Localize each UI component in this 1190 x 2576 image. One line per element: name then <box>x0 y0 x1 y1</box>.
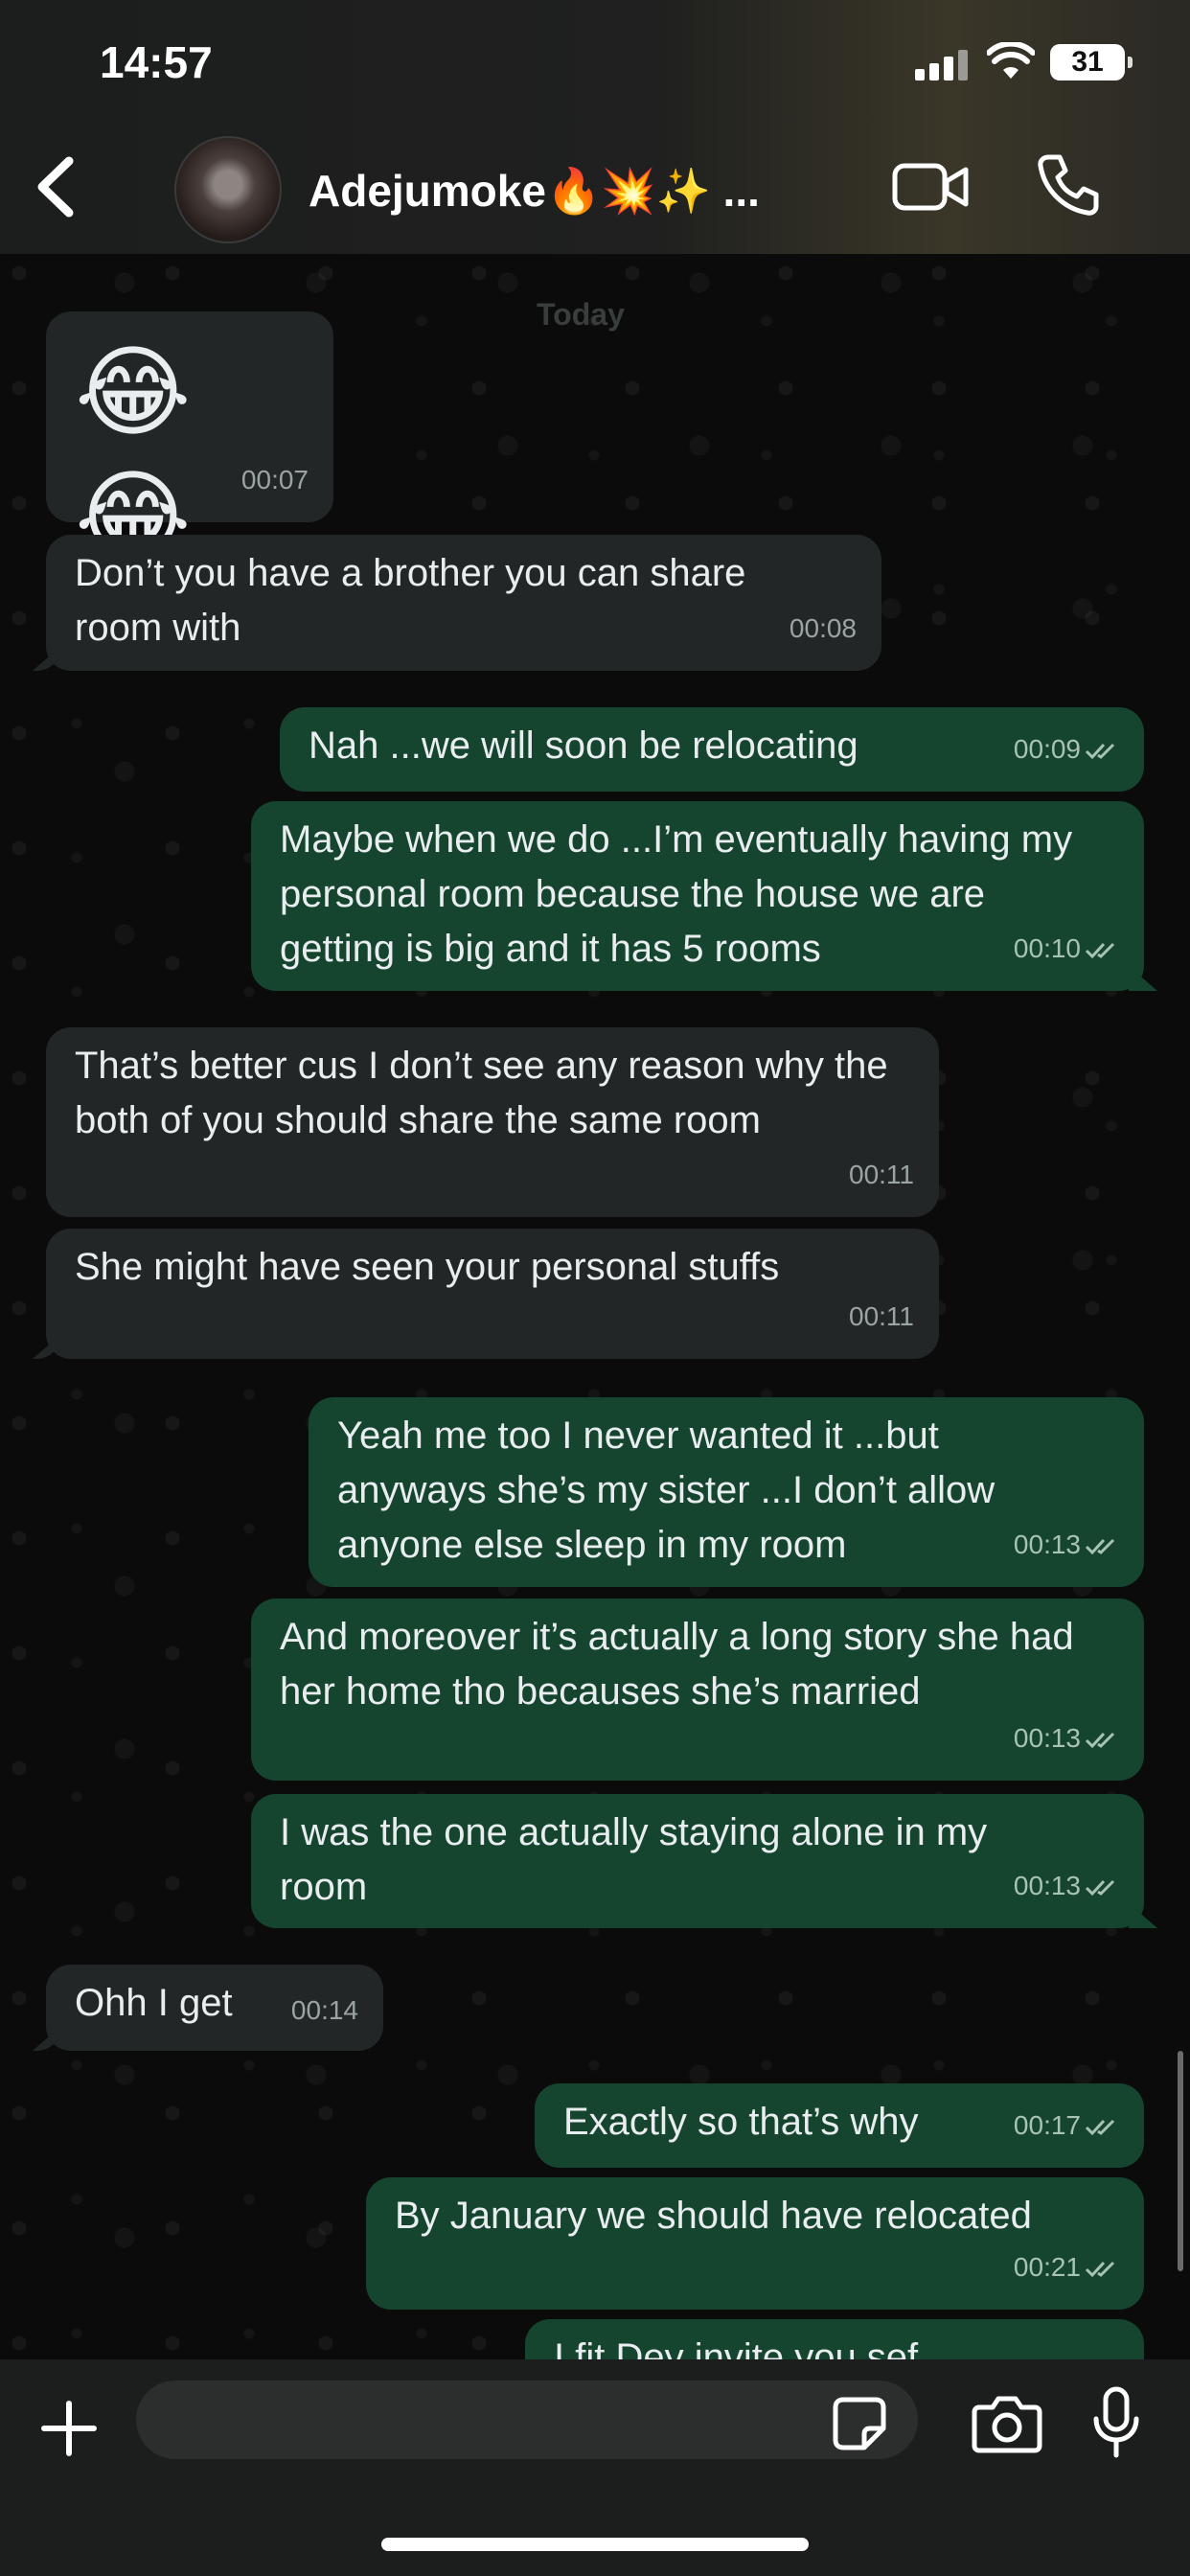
message-text: And moreover it’s actually a long story … <box>280 1616 1074 1713</box>
message-meta: 00:10 <box>1014 921 1119 976</box>
double-check-icon <box>1085 743 1115 759</box>
contact-name[interactable]: Adejumoke🔥💥✨ ... <box>309 165 760 218</box>
scrollbar[interactable] <box>1178 2051 1183 2271</box>
message-time: 00:13 <box>1013 1723 1081 1753</box>
message-time: 00:10 <box>1013 933 1081 963</box>
plus-icon[interactable] <box>38 2398 100 2459</box>
double-check-icon <box>1085 1538 1115 1554</box>
avatar[interactable] <box>174 136 282 243</box>
status-time: 14:57 <box>100 37 213 87</box>
message-bubble-incoming[interactable]: Ohh I get 00:14 <box>46 1965 383 2051</box>
message-bubble-incoming[interactable]: She might have seen your personal stuffs… <box>46 1229 939 1359</box>
message-bubble-outgoing[interactable]: And moreover it’s actually a long story … <box>251 1598 1144 1781</box>
message-input[interactable] <box>136 2380 918 2459</box>
message-text: Yeah me too I never wanted it ...but any… <box>337 1414 995 1566</box>
home-indicator[interactable] <box>381 2538 809 2551</box>
message-meta: 00:13 <box>1014 1517 1119 1572</box>
message-meta: 00:09 <box>1014 722 1119 776</box>
message-time: 00:11 <box>849 1301 914 1331</box>
message-bubble-incoming[interactable]: Don’t you have a brother you can share r… <box>46 535 881 671</box>
date-separator: Today <box>537 297 625 332</box>
message-time: 00:08 <box>789 613 857 643</box>
message-text: By January we should have relocated <box>395 2195 1032 2237</box>
message-bubble-incoming[interactable]: That’s better cus I don’t see any reason… <box>46 1027 939 1217</box>
double-check-icon <box>1085 1732 1115 1748</box>
message-time: 00:07 <box>240 465 309 494</box>
chat-header: 14:57 31 Adejumoke🔥💥✨ ... <box>0 0 1190 254</box>
message-bubble-outgoing[interactable]: Yeah me too I never wanted it ...but any… <box>309 1397 1144 1587</box>
message-bubble-outgoing[interactable]: Nah ...we will soon be relocating 00:09 <box>280 707 1144 792</box>
sticker-icon[interactable] <box>832 2396 887 2451</box>
message-text: She might have seen your personal stuffs <box>75 1246 780 1288</box>
camera-icon[interactable] <box>972 2394 1042 2453</box>
message-meta: 00:13 <box>1014 1711 1119 1765</box>
phone-icon[interactable] <box>1035 151 1102 218</box>
microphone-icon[interactable] <box>1092 2386 1140 2459</box>
message-meta: 00:21 <box>1014 2240 1119 2294</box>
message-text: Nah ...we will soon be relocating <box>309 724 858 767</box>
message-meta: 00:13 <box>1014 1858 1119 1913</box>
message-text: Don’t you have a brother you can share r… <box>75 552 746 649</box>
message-time: 00:09 <box>1013 734 1081 764</box>
wifi-icon <box>987 42 1035 79</box>
double-check-icon <box>1085 942 1115 958</box>
double-check-icon <box>1085 2261 1115 2277</box>
message-time: 00:17 <box>1013 2110 1081 2140</box>
message-time: 00:14 <box>290 1995 358 2025</box>
message-text: I was the one actually staying alone in … <box>280 1811 988 1908</box>
message-bubble-outgoing[interactable]: I was the one actually staying alone in … <box>251 1794 1144 1928</box>
message-time: 00:13 <box>1013 1530 1081 1559</box>
message-bubble-outgoing[interactable]: Exactly so that’s why 00:17 <box>535 2083 1144 2168</box>
message-time: 00:21 <box>1013 2252 1081 2282</box>
chevron-left-icon[interactable] <box>29 153 86 220</box>
message-meta: 00:17 <box>1014 2098 1119 2152</box>
message-bubble-outgoing[interactable]: By January we should have relocated 00:2… <box>366 2177 1144 2310</box>
double-check-icon <box>1085 2119 1115 2135</box>
cellular-signal-icon <box>915 50 969 80</box>
message-text: Maybe when we do ...I’m eventually havin… <box>280 818 1073 970</box>
message-time: 00:11 <box>849 1160 914 1189</box>
double-check-icon <box>1085 1879 1115 1896</box>
battery-indicator: 31 <box>1050 44 1133 80</box>
message-text: That’s better cus I don’t see any reason… <box>75 1045 888 1141</box>
message-bubble-outgoing[interactable]: Maybe when we do ...I’m eventually havin… <box>251 801 1144 991</box>
video-call-icon[interactable] <box>891 158 970 216</box>
message-bubble-incoming[interactable]: 😂 😂 00:07 <box>46 311 333 573</box>
message-time: 00:13 <box>1013 1871 1081 1900</box>
